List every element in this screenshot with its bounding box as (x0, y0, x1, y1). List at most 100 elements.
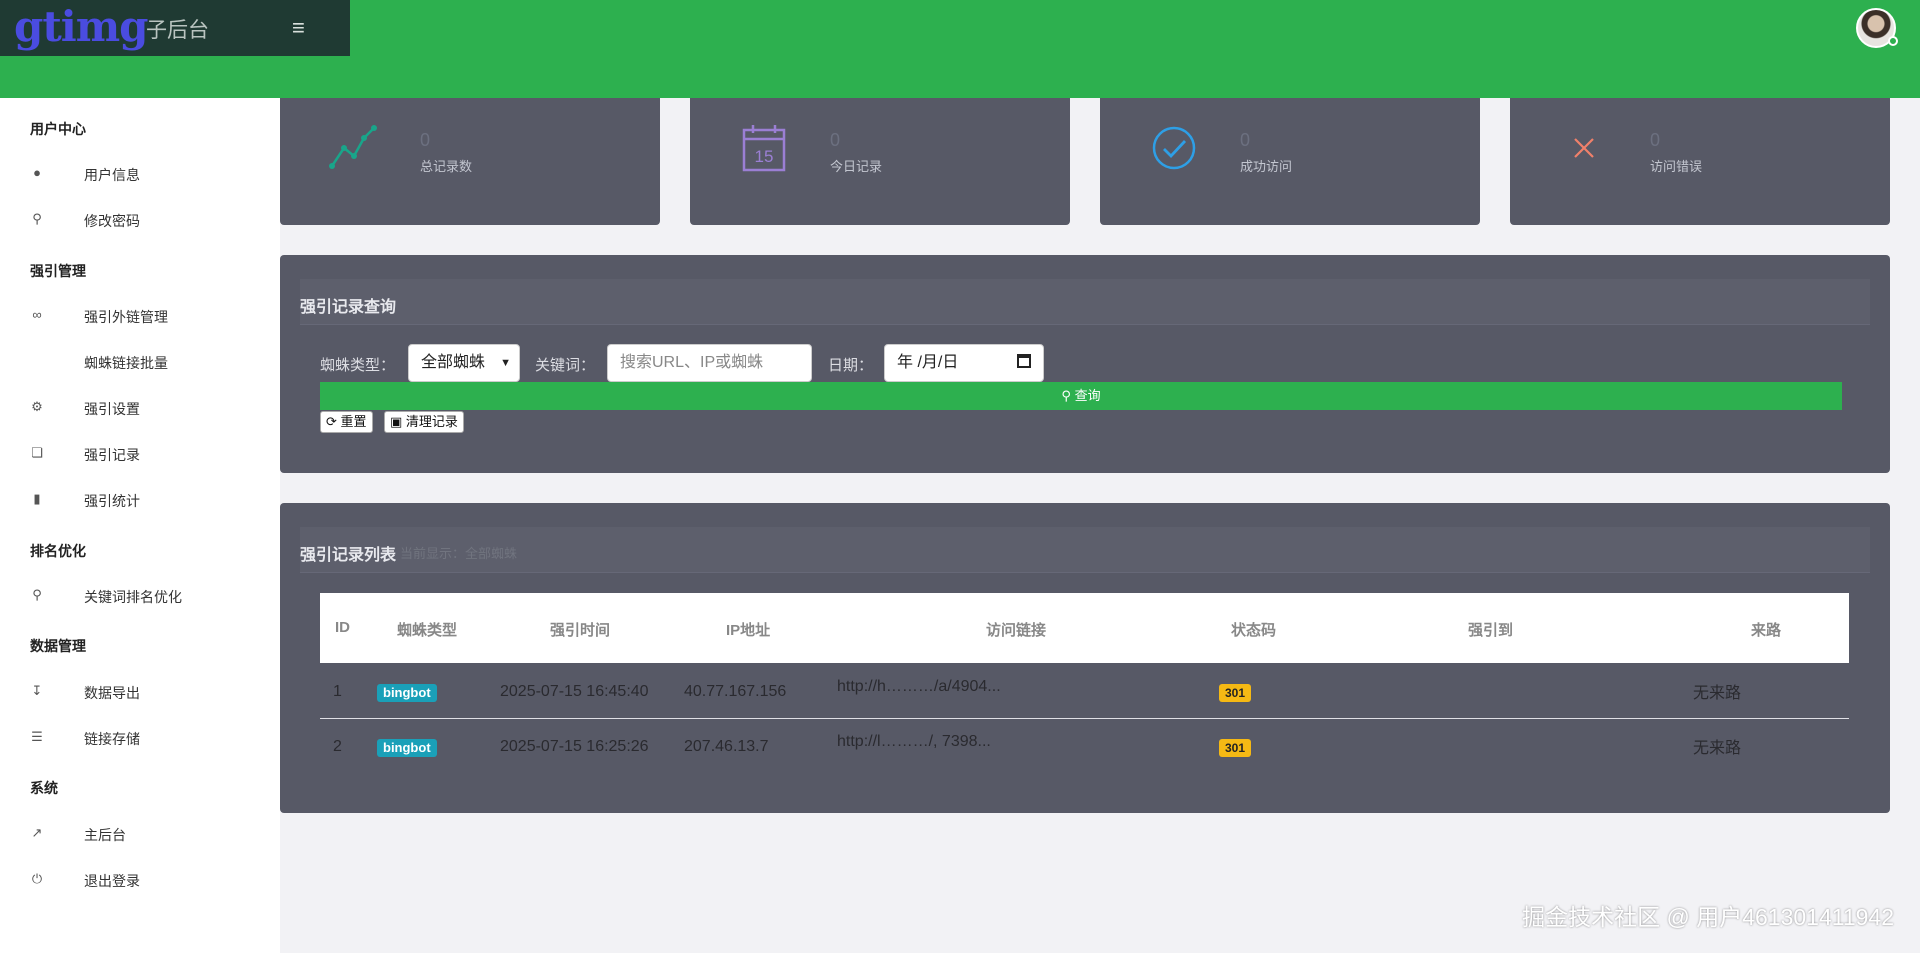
subtitle: 子后台 (146, 19, 209, 42)
calendar-picker-icon[interactable] (1017, 354, 1031, 368)
check-circle-icon (1152, 126, 1196, 170)
online-status-dot (1888, 36, 1898, 46)
query-panel: 强引记录查询 (280, 255, 1890, 473)
status-code-badge: 301 (1219, 684, 1252, 702)
sidebar-item-link-manage[interactable]: ∞ 强引外链管理 (0, 298, 280, 332)
cell-source: 无来路 (1693, 685, 1742, 702)
stat-count: 0 (830, 130, 841, 150)
table-header: ID 蜘蛛类型 强引时间 IP地址 访问链接 状态码 强引到 来路 (320, 593, 1849, 663)
close-icon (1574, 138, 1594, 158)
calendar-icon: 15 (742, 125, 786, 172)
sidebar-item-label: 蜘蛛链接批量 (84, 355, 168, 371)
date-label: 日期： (828, 357, 874, 374)
panel-header: 强引记录查询 (300, 279, 1870, 325)
table-row[interactable]: 2 bingbot 2025-07-15 16:25:26 207.46.13.… (320, 719, 1849, 774)
sidebar-item-label: 强引设置 (84, 401, 140, 417)
cell-ip: 207.46.13.7 (684, 738, 769, 755)
sidebar-item-label: 主后台 (84, 827, 126, 843)
stat-label: 总记录数 (420, 159, 473, 174)
spider-type-value: 全部蜘蛛 (421, 354, 486, 371)
stat-count: 0 (1240, 130, 1251, 150)
chevron-down-icon: ▼ (500, 357, 511, 369)
sidebar-item-label: 修改密码 (84, 213, 140, 229)
sidebar-item-export[interactable]: ↧ 数据导出 (0, 674, 280, 708)
search-icon: ⚲ (1061, 388, 1071, 403)
brand-bar: gtimg 子后台 ≡ (0, 0, 350, 56)
stat-label: 今日记录 (830, 159, 883, 174)
keyword-label: 关键词： (535, 357, 596, 374)
cell-time: 2025-07-15 16:45:40 (500, 683, 649, 700)
refresh-icon: ⟳ (326, 414, 337, 429)
cell-id: 1 (333, 683, 342, 700)
trash-icon: ▣ (390, 414, 403, 429)
sidebar: 用户中心 ● 用户信息 ⚲ 修改密码 强引管理 ∞ 强引外链管理 蜘蛛链接批量 … (0, 98, 280, 953)
calendar-day: 15 (755, 147, 774, 166)
hamburger-menu-icon[interactable]: ≡ (292, 15, 305, 41)
date-input[interactable]: 年 /月/日 (884, 344, 1044, 382)
stat-label: 访问错误 (1650, 159, 1703, 174)
panel-subtitle: 当前显示：全部蜘蛛 (400, 546, 518, 561)
cell-source: 无来路 (1693, 740, 1742, 757)
panel-header: 强引记录列表 当前显示：全部蜘蛛 (300, 527, 1870, 573)
sidebar-item-spider-batch[interactable]: 蜘蛛链接批量 (0, 344, 280, 378)
keyword-input[interactable]: 搜索URL、IP或蜘蛛 (607, 344, 812, 382)
table-row[interactable]: 1 bingbot 2025-07-15 16:45:40 40.77.167.… (320, 664, 1849, 719)
clear-records-button[interactable]: ▣ 清理记录 (384, 411, 464, 433)
column-header: 来路 (1751, 622, 1782, 639)
column-header: ID (335, 619, 350, 636)
sidebar-item-user-info[interactable]: ● 用户信息 (0, 156, 280, 190)
sidebar-item-storage[interactable]: ☰ 链接存储 (0, 720, 280, 754)
spider-type-select[interactable]: 全部蜘蛛 ▼ (408, 344, 520, 382)
sidebar-item-logout[interactable]: ⏻ 退出登录 (0, 862, 280, 896)
sidebar-item-label: 退出登录 (84, 873, 140, 889)
sidebar-section-title: 强引管理 (30, 263, 86, 279)
spider-type-label: 蜘蛛类型： (320, 357, 396, 374)
sidebar-item-keyword-rank[interactable]: ⚲ 关键词排名优化 (0, 578, 280, 612)
sidebar-item-main-admin[interactable]: ↗ 主后台 (0, 816, 280, 850)
sidebar-item-label: 强引外链管理 (84, 309, 168, 325)
sidebar-section-title: 数据管理 (30, 638, 86, 654)
sidebar-item-label: 用户信息 (84, 167, 140, 183)
sidebar-section-title: 排名优化 (30, 543, 86, 559)
sidebar-item-settings[interactable]: ⚙ 强引设置 (0, 390, 280, 424)
line-chart-icon (329, 125, 377, 169)
power-icon: ⏻ (31, 871, 43, 886)
logo[interactable]: gtimg (14, 2, 149, 51)
files-icon: ❏ (31, 445, 43, 460)
external-link-icon: ↗ (31, 825, 43, 840)
cogs-icon: ⚙ (31, 399, 43, 414)
search-button[interactable]: ⚲ 查询 (320, 382, 1842, 410)
sidebar-item-label: 关键词排名优化 (84, 589, 182, 605)
reset-button[interactable]: ⟳ 重置 (320, 411, 373, 433)
spider-badge: bingbot (377, 684, 437, 702)
cell-url[interactable]: http://h………/a/4904... (837, 678, 1001, 696)
bar-chart-icon: ▮ (33, 491, 41, 506)
panel-title: 强引记录列表 (300, 547, 397, 564)
sidebar-item-label: 强引记录 (84, 447, 140, 463)
stat-count: 0 (420, 130, 431, 150)
sidebar-section-title: 用户中心 (30, 121, 86, 137)
sidebar-item-stats[interactable]: ▮ 强引统计 (0, 482, 280, 516)
link-icon: ∞ (32, 307, 42, 322)
sidebar-item-records[interactable]: ❏ 强引记录 (0, 436, 280, 470)
cell-url[interactable]: http://l………/, 7398... (837, 733, 991, 751)
stat-card-total: 0 总记录数 (280, 98, 660, 225)
column-header: 蜘蛛类型 (397, 622, 458, 639)
cell-ip: 40.77.167.156 (684, 683, 787, 700)
reset-button-label: 重置 (340, 414, 367, 429)
key-icon: ⚲ (32, 211, 42, 226)
column-header: IP地址 (726, 622, 771, 639)
stat-label: 成功访问 (1240, 159, 1293, 174)
cell-time: 2025-07-15 16:25:26 (500, 738, 649, 755)
database-icon: ☰ (31, 729, 43, 744)
column-header: 强引到 (1468, 622, 1514, 639)
sidebar-item-change-password[interactable]: ⚲ 修改密码 (0, 202, 280, 236)
spider-badge: bingbot (377, 739, 437, 757)
search-button-label: 查询 (1074, 388, 1101, 403)
sidebar-item-label: 强引统计 (84, 493, 140, 509)
clear-button-label: 清理记录 (405, 414, 458, 429)
stat-card-today: 15 0 今日记录 (690, 98, 1070, 225)
sidebar-section-title: 系统 (30, 780, 58, 796)
cell-id: 2 (333, 738, 342, 755)
user-icon: ● (33, 165, 41, 180)
